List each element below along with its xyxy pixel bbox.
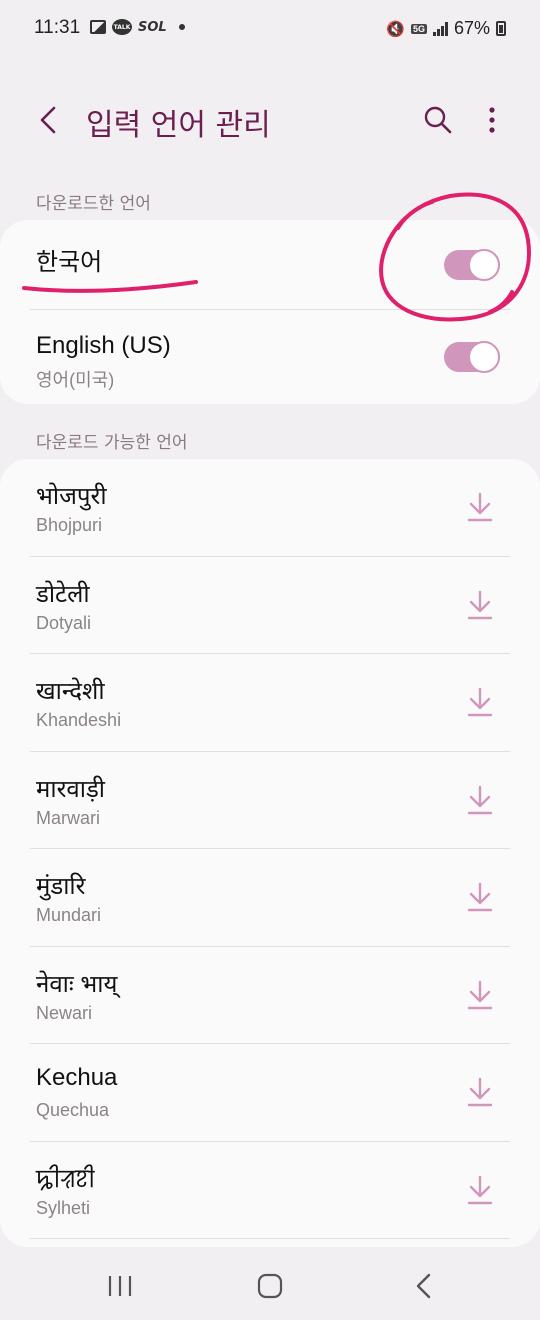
download-button[interactable]: [462, 587, 498, 623]
home-button[interactable]: [240, 1266, 300, 1306]
available-languages-card: भोजपुरी Bhojpuri डोटेली Dotyali खान्देशी Khan…: [0, 459, 540, 1247]
language-title: खान्देशी: [36, 678, 105, 705]
download-icon: [467, 882, 493, 912]
home-icon: [257, 1273, 283, 1299]
more-vertical-icon: [489, 107, 495, 133]
nav-back-button[interactable]: [394, 1266, 454, 1306]
divider: [30, 1238, 510, 1239]
status-bar: 11:31 TALK SOL 🔇 5G 67%: [0, 0, 540, 60]
available-language-row[interactable]: डोटेली Dotyali: [0, 557, 540, 655]
available-language-row[interactable]: भोजपुरी Bhojpuri: [0, 459, 540, 557]
korean-toggle[interactable]: [444, 249, 500, 281]
download-icon: [467, 1077, 493, 1107]
download-icon: [467, 492, 493, 522]
chevron-left-icon: [40, 106, 56, 134]
recents-icon: [108, 1276, 132, 1296]
download-icon: [467, 1175, 493, 1204]
language-subtitle: 영어(미국): [36, 370, 115, 390]
recents-button[interactable]: [90, 1266, 150, 1306]
language-subtitle: Marwari: [36, 807, 101, 828]
available-language-row[interactable]: मुंडारि Mundari: [0, 849, 540, 947]
available-language-row[interactable]: Kechua Quechua: [0, 1044, 540, 1142]
available-language-row[interactable]: ꠍꠤꠟꠐꠤ Sylheti: [0, 1142, 540, 1240]
language-subtitle: Mundari: [36, 905, 102, 925]
more-options-button[interactable]: [470, 98, 514, 142]
language-title: मारवाड़ी: [36, 775, 105, 803]
language-subtitle: Sylheti: [36, 1197, 91, 1218]
dot-icon: [178, 24, 185, 30]
download-button[interactable]: [462, 489, 498, 525]
language-row-english[interactable]: English (US) 영어(미국): [0, 310, 540, 404]
back-button[interactable]: [26, 98, 70, 142]
download-button[interactable]: [462, 782, 498, 818]
network-5g-icon: 5G: [410, 23, 427, 34]
battery-percent: 67%: [453, 18, 490, 38]
app-bar: 입력 언어 관리: [0, 90, 540, 150]
section-available-label: 다운로드 가능한 언어: [36, 433, 188, 453]
download-button[interactable]: [462, 977, 498, 1013]
available-language-row[interactable]: मारवाड़ी Marwari: [0, 752, 540, 850]
section-downloaded-label: 다운로드한 언어: [36, 194, 151, 214]
download-button[interactable]: [462, 684, 498, 720]
back-icon: [416, 1273, 431, 1299]
signal-icon: [432, 21, 448, 36]
status-time: 11:31: [34, 17, 81, 38]
download-icon: [467, 590, 493, 619]
language-title: Kechua: [36, 1064, 118, 1091]
toggle-knob: [468, 341, 500, 373]
downloaded-languages-card: 한국어 English (US) 영어(미국): [0, 220, 540, 404]
available-language-row[interactable]: नेवाः भाय् Newari: [0, 947, 540, 1045]
language-title: भोजपुरी: [36, 483, 107, 510]
battery-icon: [496, 21, 506, 36]
search-button[interactable]: [416, 98, 460, 142]
language-row-korean[interactable]: 한국어: [0, 220, 540, 310]
download-icon: [467, 980, 493, 1009]
notification-icons: TALK SOL: [90, 19, 185, 35]
available-language-row[interactable]: खान्देशी Khandeshi: [0, 654, 540, 752]
language-title: नेवाः भाय्: [36, 970, 118, 998]
language-subtitle: Bhojpuri: [36, 515, 103, 535]
language-title: डोटेली: [36, 580, 90, 608]
mute-icon: 🔇: [386, 20, 405, 38]
language-subtitle: Khandeshi: [36, 710, 122, 730]
language-title: ꠍꠤꠟꠐꠤ: [36, 1165, 95, 1193]
download-icon: [467, 687, 493, 717]
toggle-knob: [468, 249, 500, 281]
language-title: मुंडारि: [36, 873, 86, 900]
download-icon: [467, 785, 493, 814]
system-icons: 🔇 5G 67%: [386, 18, 506, 39]
download-button[interactable]: [462, 879, 498, 915]
language-title: English (US): [36, 332, 171, 359]
language-subtitle: Dotyali: [36, 612, 92, 633]
system-nav-bar: [0, 1252, 540, 1320]
image-icon: [90, 20, 106, 34]
language-subtitle: Quechua: [36, 1100, 110, 1120]
kakaotalk-icon: TALK: [112, 19, 132, 35]
english-toggle[interactable]: [444, 341, 500, 373]
language-subtitle: Newari: [36, 1002, 93, 1023]
download-button[interactable]: [462, 1172, 498, 1208]
language-title: 한국어: [36, 249, 103, 276]
download-button[interactable]: [462, 1074, 498, 1110]
search-icon: [424, 106, 452, 134]
sol-icon: SOL: [138, 19, 167, 35]
page-title: 입력 언어 관리: [86, 108, 271, 143]
